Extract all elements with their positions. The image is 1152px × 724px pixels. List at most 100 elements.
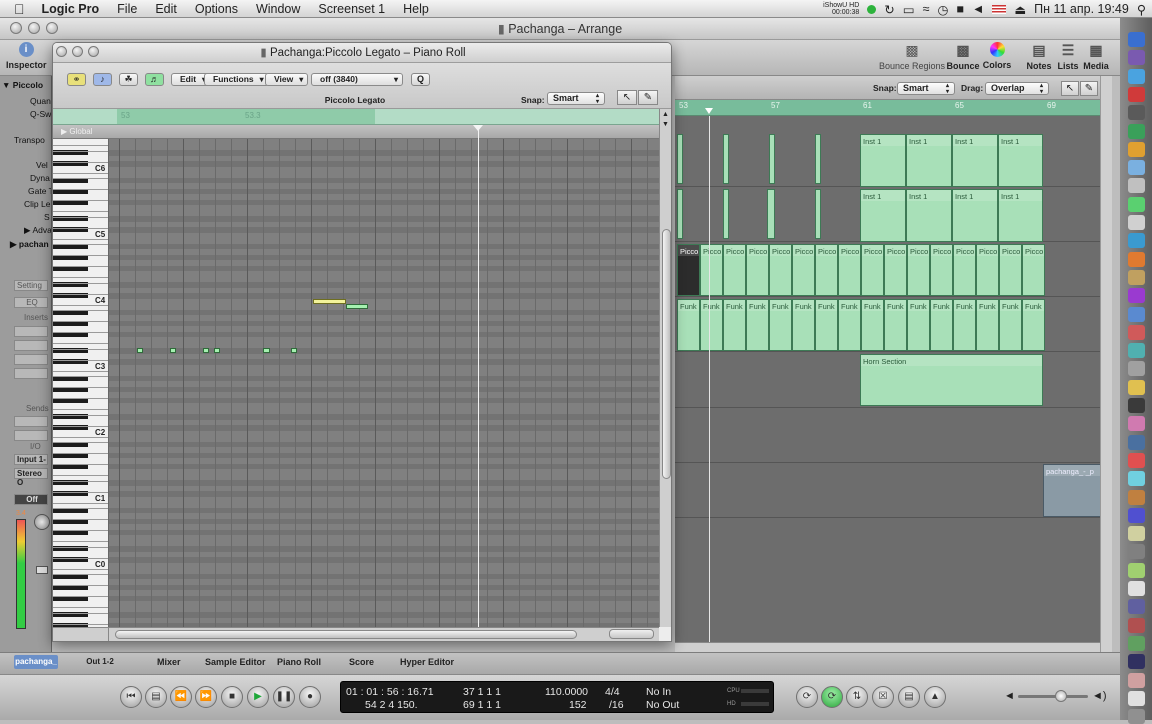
white-key[interactable] bbox=[53, 380, 108, 388]
go-to-start-icon[interactable]: ⏮ bbox=[120, 686, 142, 708]
param-gate-time[interactable]: Gate T bbox=[28, 186, 51, 196]
region-funk[interactable]: Funk bbox=[999, 299, 1022, 351]
white-key[interactable] bbox=[53, 589, 108, 597]
dock-app-icon[interactable] bbox=[1128, 141, 1145, 157]
insert-slot-3[interactable] bbox=[14, 354, 48, 365]
replace-icon[interactable]: ☒ bbox=[872, 686, 894, 708]
white-key[interactable] bbox=[53, 325, 108, 333]
white-key[interactable] bbox=[53, 446, 108, 454]
arrange-pointer-tool-icon[interactable]: ↖ bbox=[1061, 81, 1079, 96]
region-funk[interactable]: Funk bbox=[792, 299, 815, 351]
tab-hyper-editor[interactable]: Hyper Editor bbox=[400, 657, 454, 667]
arrange-playhead-icon[interactable] bbox=[705, 108, 713, 114]
region-funk[interactable]: Funk bbox=[861, 299, 884, 351]
output-badge[interactable]: Out 1-2 bbox=[78, 655, 122, 669]
white-key[interactable] bbox=[53, 287, 108, 295]
region-inst[interactable]: Inst 1 bbox=[998, 134, 1043, 187]
region-piccolo[interactable]: Picco bbox=[907, 244, 930, 296]
inspector-button[interactable]: i Inspector bbox=[6, 42, 47, 70]
stop-icon[interactable]: ■ bbox=[221, 686, 243, 708]
volume-fader[interactable] bbox=[36, 566, 48, 574]
region-piccolo[interactable]: Picco bbox=[884, 244, 907, 296]
param-quantize[interactable]: Quan bbox=[30, 96, 51, 106]
region-audio-pachanga[interactable]: pachanga_-_p bbox=[1043, 464, 1100, 517]
quantize-button[interactable]: Q bbox=[411, 73, 430, 86]
arrange-drag-select[interactable]: Overlap bbox=[985, 82, 1049, 95]
dock-app-icon[interactable] bbox=[1128, 635, 1145, 651]
dock-app-icon[interactable] bbox=[1128, 617, 1145, 633]
dock-app-icon[interactable] bbox=[1128, 288, 1145, 304]
region-funk[interactable]: Funk bbox=[953, 299, 976, 351]
midi-note[interactable] bbox=[169, 348, 177, 353]
media-button[interactable]: ▦ Media bbox=[1082, 42, 1110, 71]
record-indicator-icon[interactable] bbox=[867, 4, 877, 14]
region-funk[interactable]: Funk bbox=[769, 299, 792, 351]
midi-note[interactable] bbox=[345, 304, 368, 309]
white-key[interactable] bbox=[53, 578, 108, 586]
insert-slot-1[interactable] bbox=[14, 326, 48, 337]
send-slot-1[interactable] bbox=[14, 416, 48, 427]
param-velocity[interactable]: Vel bbox=[36, 160, 48, 170]
autopunch-icon[interactable]: ⇅ bbox=[846, 686, 868, 708]
region-piccolo[interactable]: Picco bbox=[838, 244, 861, 296]
dock-app-icon[interactable] bbox=[1128, 489, 1145, 505]
region-inst[interactable]: Inst 1 bbox=[906, 134, 952, 187]
dock-app-icon[interactable] bbox=[1128, 269, 1145, 285]
white-key[interactable] bbox=[53, 353, 108, 361]
white-key[interactable] bbox=[53, 182, 108, 190]
piano-roll-hscroll-thumb[interactable] bbox=[115, 630, 577, 639]
white-key[interactable] bbox=[53, 540, 108, 548]
region-inst[interactable]: Inst 1 bbox=[860, 189, 906, 242]
white-key[interactable] bbox=[53, 474, 108, 482]
time-machine-icon[interactable]: ◷ bbox=[937, 2, 948, 17]
spotlight-search-icon[interactable]: ⚲ bbox=[1137, 2, 1146, 17]
white-key[interactable] bbox=[53, 155, 108, 163]
region-funk[interactable]: Funk bbox=[746, 299, 769, 351]
record-icon[interactable]: ● bbox=[299, 686, 321, 708]
note-grid[interactable] bbox=[109, 139, 659, 627]
fast-forward-icon[interactable]: ⏩ bbox=[195, 686, 217, 708]
menu-window[interactable]: Window bbox=[247, 2, 309, 16]
menu-options[interactable]: Options bbox=[186, 2, 247, 16]
midi-in-icon[interactable]: ♬ bbox=[145, 73, 164, 86]
midi-out-icon[interactable]: ♪ bbox=[93, 73, 112, 86]
region-inst[interactable]: Inst 1 bbox=[952, 134, 998, 187]
dock-app-icon[interactable] bbox=[1128, 196, 1145, 212]
dock-app-icon[interactable] bbox=[1128, 452, 1145, 468]
pan-knob[interactable] bbox=[34, 514, 50, 530]
white-key[interactable] bbox=[53, 512, 108, 520]
insert-slot-2[interactable] bbox=[14, 340, 48, 351]
region-funk[interactable]: Funk bbox=[723, 299, 746, 351]
dock-app-icon[interactable] bbox=[1128, 581, 1145, 596]
region-piccolo[interactable]: Picco bbox=[746, 244, 769, 296]
cycle-mode-off-icon[interactable]: ⟳ bbox=[796, 686, 818, 708]
param-dynamics[interactable]: Dyna bbox=[30, 173, 50, 183]
white-key[interactable] bbox=[53, 210, 108, 218]
notes-button[interactable]: ▤ Notes bbox=[1024, 42, 1054, 71]
region-funk[interactable]: Funk bbox=[838, 299, 861, 351]
piano-roll-hscroll[interactable] bbox=[109, 627, 659, 641]
region-piccolo[interactable]: Picco bbox=[769, 244, 792, 296]
tab-piano-roll[interactable]: Piano Roll bbox=[277, 657, 321, 667]
dock-app-icon[interactable] bbox=[1128, 361, 1145, 377]
menu-screenset[interactable]: Screenset 1 bbox=[309, 2, 394, 16]
master-volume-track[interactable] bbox=[1018, 695, 1088, 698]
dock-app-icon[interactable] bbox=[1128, 471, 1145, 487]
region-inst[interactable]: Inst 1 bbox=[952, 189, 998, 242]
midi-note[interactable] bbox=[312, 298, 346, 304]
transport-lcd[interactable]: 01 : 01 : 56 : 16.71 37 1 1 1 110.0000 4… bbox=[340, 681, 774, 713]
dock-app-icon[interactable] bbox=[1128, 672, 1145, 688]
region-piccolo[interactable]: Picco bbox=[861, 244, 884, 296]
piano-roll-ruler[interactable]: 53 53.3 bbox=[53, 109, 659, 125]
scroll-down-icon[interactable]: ▼ bbox=[662, 121, 669, 128]
pointer-tool-icon[interactable]: ↖ bbox=[617, 90, 637, 105]
arrange-pencil-tool-icon[interactable]: ✎ bbox=[1080, 81, 1098, 96]
midi-note[interactable] bbox=[136, 348, 144, 353]
inspector-region-header[interactable]: ▼ Piccolo bbox=[2, 80, 43, 90]
datetime[interactable]: Пн 11 апр. 19:49 bbox=[1034, 2, 1129, 16]
dock-app-icon[interactable] bbox=[1128, 562, 1145, 578]
arrange-ruler[interactable]: 53 57 61 65 69 bbox=[675, 100, 1100, 116]
dock-app-icon[interactable] bbox=[1128, 379, 1145, 395]
piano-roll-titlebar[interactable]: ▮ Pachanga:Piccolo Legato – Piano Roll bbox=[53, 43, 671, 63]
dock-app-icon[interactable] bbox=[1128, 434, 1145, 450]
